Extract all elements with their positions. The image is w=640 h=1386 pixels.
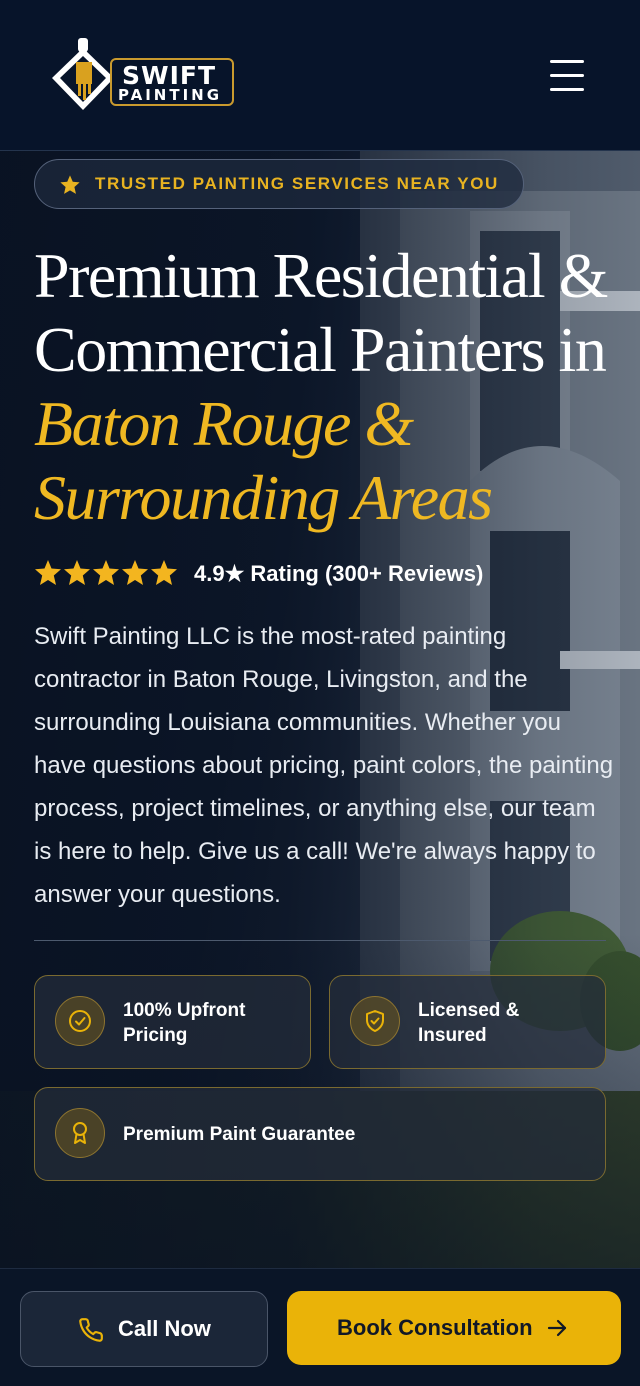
page-title: Premium Residential & Commercial Painter… — [34, 239, 614, 535]
feature-paint-guarantee: Premium Paint Guarantee — [34, 1087, 606, 1181]
feature-label: Premium Paint Guarantee — [123, 1124, 356, 1145]
five-stars-icon — [35, 560, 177, 585]
feature-licensed-insured: Licensed & Insured — [329, 975, 606, 1069]
headline-highlight1: Baton Rouge & — [34, 388, 414, 459]
logo-line2: PAINTING — [118, 86, 223, 104]
call-now-button[interactable]: Call Now — [20, 1291, 268, 1367]
divider — [34, 940, 606, 941]
badge-label: TRUSTED PAINTING SERVICES NEAR YOU — [95, 174, 499, 193]
hero-section: TRUSTED PAINTING SERVICES NEAR YOU Premi… — [0, 151, 640, 1268]
award-ribbon-icon — [55, 1108, 105, 1158]
call-now-label: Call Now — [118, 1316, 211, 1341]
headline-line1: Premium Residential & — [34, 240, 608, 311]
logo-wordmark: SWIFT PAINTING — [110, 58, 234, 106]
site-header: SWIFT PAINTING — [0, 0, 640, 151]
star-icon — [60, 175, 80, 194]
feature-label: Licensed & Insured — [418, 1000, 520, 1046]
sticky-cta-bar: Call Now Book Consultation — [0, 1268, 640, 1386]
feature-label: 100% Upfront Pricing — [123, 1000, 246, 1046]
feature-upfront-pricing: 100% Upfront Pricing — [34, 975, 311, 1069]
hamburger-menu-icon[interactable] — [546, 56, 590, 96]
headline-line2: Commercial Painters in — [34, 314, 607, 385]
phone-icon — [79, 1318, 103, 1342]
arrow-right-icon — [547, 1319, 567, 1337]
shield-check-icon — [350, 996, 400, 1046]
trusted-badge: TRUSTED PAINTING SERVICES NEAR YOU — [34, 159, 524, 209]
rating-text: 4.9★ Rating (300+ Reviews) — [194, 561, 484, 586]
hero-description: Swift Painting LLC is the most-rated pai… — [34, 623, 614, 908]
check-circle-icon — [55, 996, 105, 1046]
headline-highlight2: Surrounding Areas — [34, 462, 493, 533]
book-consultation-button[interactable]: Book Consultation — [287, 1291, 621, 1365]
book-consultation-label: Book Consultation — [337, 1315, 533, 1340]
swift-painting-logo[interactable]: SWIFT PAINTING — [50, 38, 240, 114]
